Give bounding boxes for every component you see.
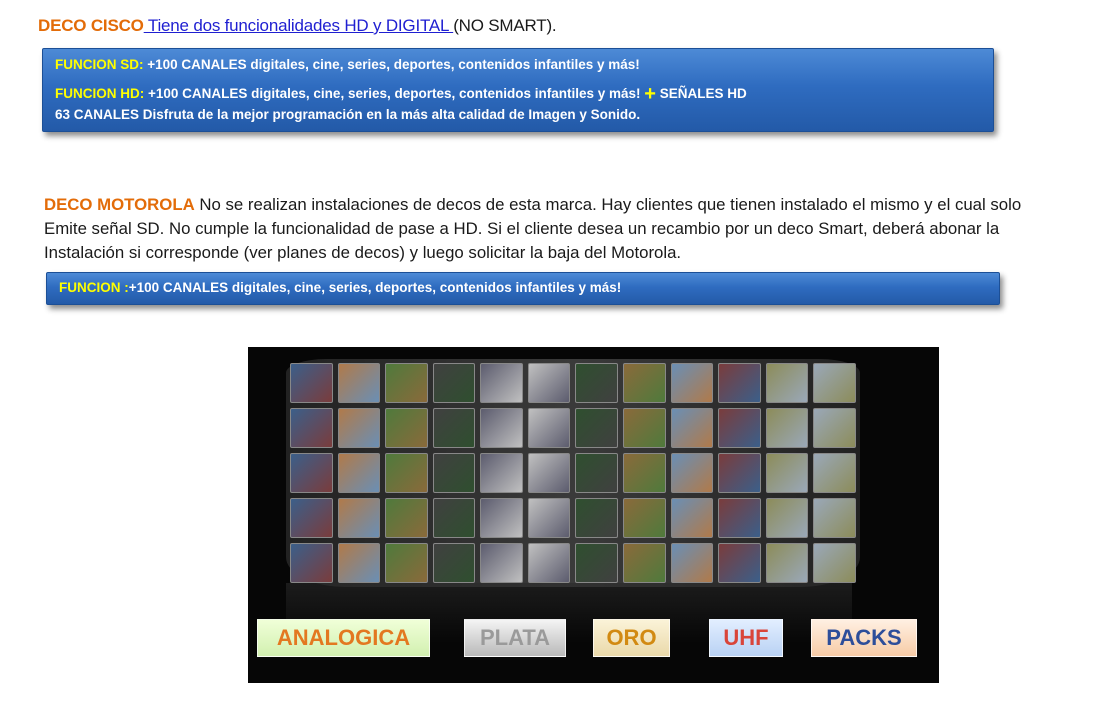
tv-screen-tile [385, 408, 428, 448]
tv-screen-tile [432, 453, 476, 493]
tv-screen-tile [432, 363, 476, 403]
sd-label: FUNCION SD: [55, 57, 144, 72]
tv-screen-tile [337, 363, 381, 403]
tv-screen-tile [290, 498, 333, 538]
plan-plata-button[interactable]: PLATA [464, 619, 566, 657]
tv-screen-tile [337, 408, 381, 448]
tv-screen-tile [718, 408, 761, 448]
tv-screen-tile [432, 408, 476, 448]
tv-screen-tile [575, 543, 619, 583]
tv-screen-tile [337, 543, 381, 583]
motorola-description: DECO MOTOROLA No se realizan instalacion… [44, 193, 1084, 265]
hd-signals: SEÑALES HD [655, 86, 747, 101]
tv-screen-tile [337, 498, 381, 538]
tv-screen-tile [575, 498, 619, 538]
tv-screen-tile [480, 498, 523, 538]
motorola-line-2: Emite señal SD. No cumple la funcionalid… [44, 219, 1000, 238]
cisco-functions-link[interactable]: Tiene dos funcionalidades HD y DIGITAL [144, 16, 454, 35]
tv-screen-tile [765, 543, 809, 583]
tv-screen-tile [670, 363, 714, 403]
sd-text: +100 CANALES digitales, cine, series, de… [143, 57, 640, 72]
motorola-function-text: +100 CANALES digitales, cine, series, de… [128, 280, 622, 295]
tv-screen-wall [286, 359, 860, 587]
motorola-function-label: FUNCION : [59, 280, 129, 295]
tv-screen-tile [432, 498, 476, 538]
tv-screen-tile [290, 543, 333, 583]
motorola-functions-box: FUNCION :+100 CANALES digitales, cine, s… [46, 272, 1000, 305]
tv-screen-tile [718, 543, 761, 583]
tv-screen-tile [670, 498, 714, 538]
plan-oro-button[interactable]: ORO [593, 619, 670, 657]
tv-screen-tile [813, 498, 856, 538]
tv-screen-tile [623, 408, 666, 448]
tv-screen-tile [575, 408, 619, 448]
cisco-title: DECO CISCO [38, 16, 144, 35]
motorola-title: DECO MOTOROLA [44, 195, 195, 214]
tv-screen-tile [813, 453, 856, 493]
tv-screen-tile [718, 363, 761, 403]
motorola-function-row: FUNCION :+100 CANALES digitales, cine, s… [59, 280, 621, 295]
plan-packs-button[interactable]: PACKS [811, 619, 917, 657]
cisco-functions-box: FUNCION SD: +100 CANALES digitales, cine… [42, 48, 994, 132]
motorola-line-1: DECO MOTOROLA No se realizan instalacion… [44, 193, 1084, 217]
tv-screen-tile [337, 453, 381, 493]
tv-screen-tile [290, 453, 333, 493]
tv-screen-tile [813, 363, 856, 403]
cisco-sd-row: FUNCION SD: +100 CANALES digitales, cine… [55, 57, 640, 72]
motorola-line-3: Instalación si corresponde (ver planes d… [44, 243, 682, 262]
channels-image: ANALOGICA PLATA ORO UHF PACKS [248, 347, 939, 683]
tv-screen-tile [385, 363, 428, 403]
tv-screen-tile [765, 363, 809, 403]
tv-screen-tile [480, 543, 523, 583]
tv-screen-tile [813, 408, 856, 448]
tv-screen-tile [765, 453, 809, 493]
tv-screen-tile [765, 408, 809, 448]
tv-screen-tile [290, 408, 333, 448]
hd-text: +100 CANALES digitales, cine, series, de… [144, 86, 645, 101]
tv-screen-tile [813, 543, 856, 583]
tv-screen-tile [670, 453, 714, 493]
tv-screen-tile [385, 498, 428, 538]
cisco-hd-row: FUNCION HD: +100 CANALES digitales, cine… [55, 81, 747, 105]
tv-screen-tile [623, 498, 666, 538]
tv-screen-tile [575, 453, 619, 493]
tv-screen-tile [480, 363, 523, 403]
tv-screen-tile [527, 408, 571, 448]
tv-screen-tile [623, 543, 666, 583]
tv-screen-tile [765, 498, 809, 538]
cisco-hd-detail: 63 CANALES Disfruta de la mejor programa… [55, 107, 641, 122]
plan-analogica-button[interactable]: ANALOGICA [257, 619, 430, 657]
tv-screen-tile [670, 408, 714, 448]
cisco-suffix: (NO SMART). [453, 16, 557, 35]
tv-screen-tile [718, 453, 761, 493]
tv-screen-tile [432, 543, 476, 583]
tv-screen-tile [290, 363, 333, 403]
tv-screen-tile [385, 543, 428, 583]
cisco-heading: DECO CISCO Tiene dos funcionalidades HD … [38, 16, 557, 36]
tv-screen-tile [527, 363, 571, 403]
motorola-line-1-text: No se realizan instalaciones de decos de… [194, 195, 1022, 214]
hd-label: FUNCION HD: [55, 86, 145, 101]
tv-screen-tile [670, 543, 714, 583]
tv-screen-tile [480, 453, 523, 493]
tv-screen-tile [527, 543, 571, 583]
tv-screen-tile [575, 363, 619, 403]
tv-screen-tile [623, 363, 666, 403]
tv-screen-tile [527, 498, 571, 538]
tv-screen-tile [718, 498, 761, 538]
tv-screen-tile [480, 408, 523, 448]
plan-uhf-button[interactable]: UHF [709, 619, 783, 657]
tv-screen-tile [527, 453, 571, 493]
tv-screen-tile [623, 453, 666, 493]
tv-screen-tile [385, 453, 428, 493]
plus-sign: + [644, 83, 656, 105]
